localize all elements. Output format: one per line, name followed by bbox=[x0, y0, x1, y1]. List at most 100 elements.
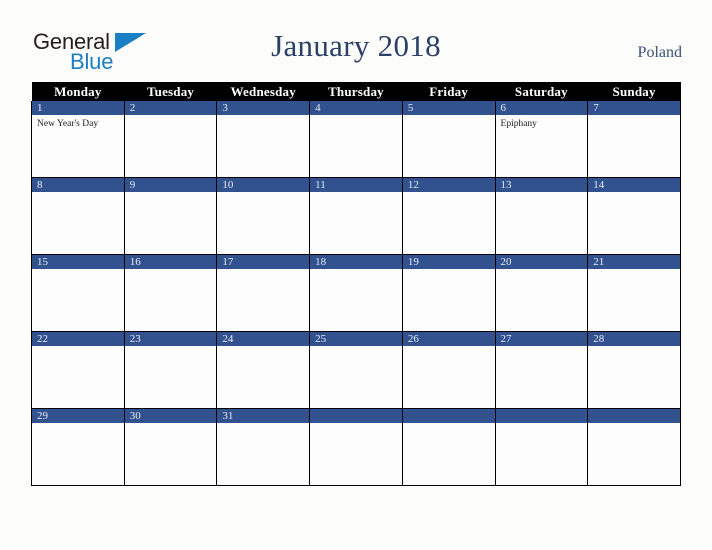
day-cell[interactable]: 15 bbox=[31, 254, 125, 332]
day-cell[interactable]: 1 New Year's Day bbox=[31, 101, 125, 178]
day-number bbox=[310, 409, 402, 423]
day-cell[interactable]: 5 bbox=[401, 101, 496, 178]
day-number: 11 bbox=[310, 178, 402, 192]
day-cell[interactable]: 8 bbox=[31, 177, 125, 255]
page-header: General Blue January 2018 Poland bbox=[0, 0, 712, 82]
weekday-header-monday: Monday bbox=[31, 82, 125, 101]
day-number: 5 bbox=[403, 101, 495, 115]
day-cell[interactable]: 17 bbox=[216, 254, 311, 332]
day-cell[interactable]: 4 bbox=[309, 101, 403, 178]
day-number: 28 bbox=[588, 332, 680, 346]
day-number bbox=[496, 409, 587, 423]
day-number: 17 bbox=[217, 255, 309, 269]
week-row: 29 30 31 bbox=[31, 408, 681, 486]
day-number: 20 bbox=[496, 255, 587, 269]
day-cell[interactable]: 24 bbox=[216, 331, 311, 409]
day-cell[interactable]: 27 bbox=[494, 331, 589, 409]
day-number bbox=[403, 409, 495, 423]
day-cell[interactable]: 12 bbox=[401, 177, 496, 255]
day-number: 9 bbox=[125, 178, 216, 192]
day-cell[interactable]: 29 bbox=[31, 408, 125, 486]
day-number: 3 bbox=[217, 101, 309, 115]
day-cell[interactable]: 10 bbox=[216, 177, 311, 255]
day-cell[interactable]: 26 bbox=[401, 331, 496, 409]
week-row: 15 16 17 18 19 20 21 bbox=[31, 254, 681, 332]
day-events: New Year's Day bbox=[32, 115, 123, 175]
day-events bbox=[589, 115, 680, 175]
day-events bbox=[32, 269, 123, 329]
day-cell[interactable]: 21 bbox=[587, 254, 681, 332]
day-events bbox=[125, 192, 216, 252]
day-cell[interactable] bbox=[587, 408, 681, 486]
weekday-header-friday: Friday bbox=[402, 82, 496, 101]
day-number: 7 bbox=[588, 101, 680, 115]
day-number: 27 bbox=[496, 332, 587, 346]
day-number: 31 bbox=[217, 409, 309, 423]
day-cell[interactable]: 2 bbox=[123, 101, 218, 178]
day-events bbox=[403, 115, 494, 175]
day-cell[interactable]: 22 bbox=[31, 331, 125, 409]
weekday-header-thursday: Thursday bbox=[309, 82, 403, 101]
day-cell[interactable]: 3 bbox=[216, 101, 311, 178]
day-cell[interactable]: 19 bbox=[401, 254, 496, 332]
day-events bbox=[496, 269, 587, 329]
day-cell[interactable]: 20 bbox=[494, 254, 589, 332]
day-events bbox=[32, 423, 123, 483]
day-cell[interactable]: 11 bbox=[309, 177, 403, 255]
day-number: 29 bbox=[32, 409, 124, 423]
day-events bbox=[125, 115, 216, 175]
day-number bbox=[588, 409, 680, 423]
day-number: 25 bbox=[310, 332, 402, 346]
day-events bbox=[125, 423, 216, 483]
day-events bbox=[589, 346, 680, 406]
day-events bbox=[496, 423, 587, 483]
day-cell[interactable]: 7 bbox=[587, 101, 681, 178]
day-number: 8 bbox=[32, 178, 124, 192]
day-events bbox=[218, 346, 309, 406]
day-cell[interactable]: 23 bbox=[123, 331, 218, 409]
day-cell[interactable] bbox=[494, 408, 589, 486]
day-events bbox=[589, 423, 680, 483]
calendar-page: General Blue January 2018 Poland Monday … bbox=[0, 0, 712, 550]
day-events bbox=[496, 192, 587, 252]
day-events bbox=[218, 423, 309, 483]
day-cell[interactable]: 25 bbox=[309, 331, 403, 409]
day-events bbox=[403, 346, 494, 406]
day-cell[interactable]: 18 bbox=[309, 254, 403, 332]
day-cell[interactable]: 13 bbox=[494, 177, 589, 255]
day-cell[interactable]: 9 bbox=[123, 177, 218, 255]
day-events bbox=[218, 269, 309, 329]
day-events bbox=[218, 115, 309, 175]
day-cell[interactable]: 14 bbox=[587, 177, 681, 255]
day-number: 10 bbox=[217, 178, 309, 192]
week-row: 1 New Year's Day 2 3 4 5 6 Epiphany 7 bbox=[31, 101, 681, 178]
calendar-body: 1 New Year's Day 2 3 4 5 6 Epiphany 7 8 … bbox=[31, 101, 681, 486]
day-number: 1 bbox=[32, 101, 124, 115]
day-cell[interactable]: 6 Epiphany bbox=[494, 101, 589, 178]
page-title: January 2018 bbox=[271, 28, 441, 63]
day-number: 14 bbox=[588, 178, 680, 192]
day-events bbox=[403, 423, 494, 483]
event-label: Epiphany bbox=[500, 119, 537, 129]
day-cell[interactable]: 31 bbox=[216, 408, 311, 486]
day-cell[interactable]: 16 bbox=[123, 254, 218, 332]
weekday-header-wednesday: Wednesday bbox=[216, 82, 310, 101]
week-row: 22 23 24 25 26 27 28 bbox=[31, 331, 681, 409]
day-events bbox=[311, 115, 402, 175]
region-label: Poland bbox=[637, 44, 682, 61]
day-events bbox=[496, 346, 587, 406]
day-number: 23 bbox=[125, 332, 216, 346]
day-number: 26 bbox=[403, 332, 495, 346]
day-cell[interactable]: 30 bbox=[123, 408, 218, 486]
weekday-header-sunday: Sunday bbox=[587, 82, 681, 101]
day-events bbox=[125, 346, 216, 406]
day-number: 30 bbox=[125, 409, 216, 423]
day-number: 24 bbox=[217, 332, 309, 346]
day-cell[interactable] bbox=[309, 408, 403, 486]
day-cell[interactable]: 28 bbox=[587, 331, 681, 409]
calendar-grid: Monday Tuesday Wednesday Thursday Friday… bbox=[31, 82, 681, 486]
day-events bbox=[403, 269, 494, 329]
day-cell[interactable] bbox=[401, 408, 496, 486]
day-number: 6 bbox=[496, 101, 587, 115]
calendar-header-row: Monday Tuesday Wednesday Thursday Friday… bbox=[31, 82, 681, 101]
